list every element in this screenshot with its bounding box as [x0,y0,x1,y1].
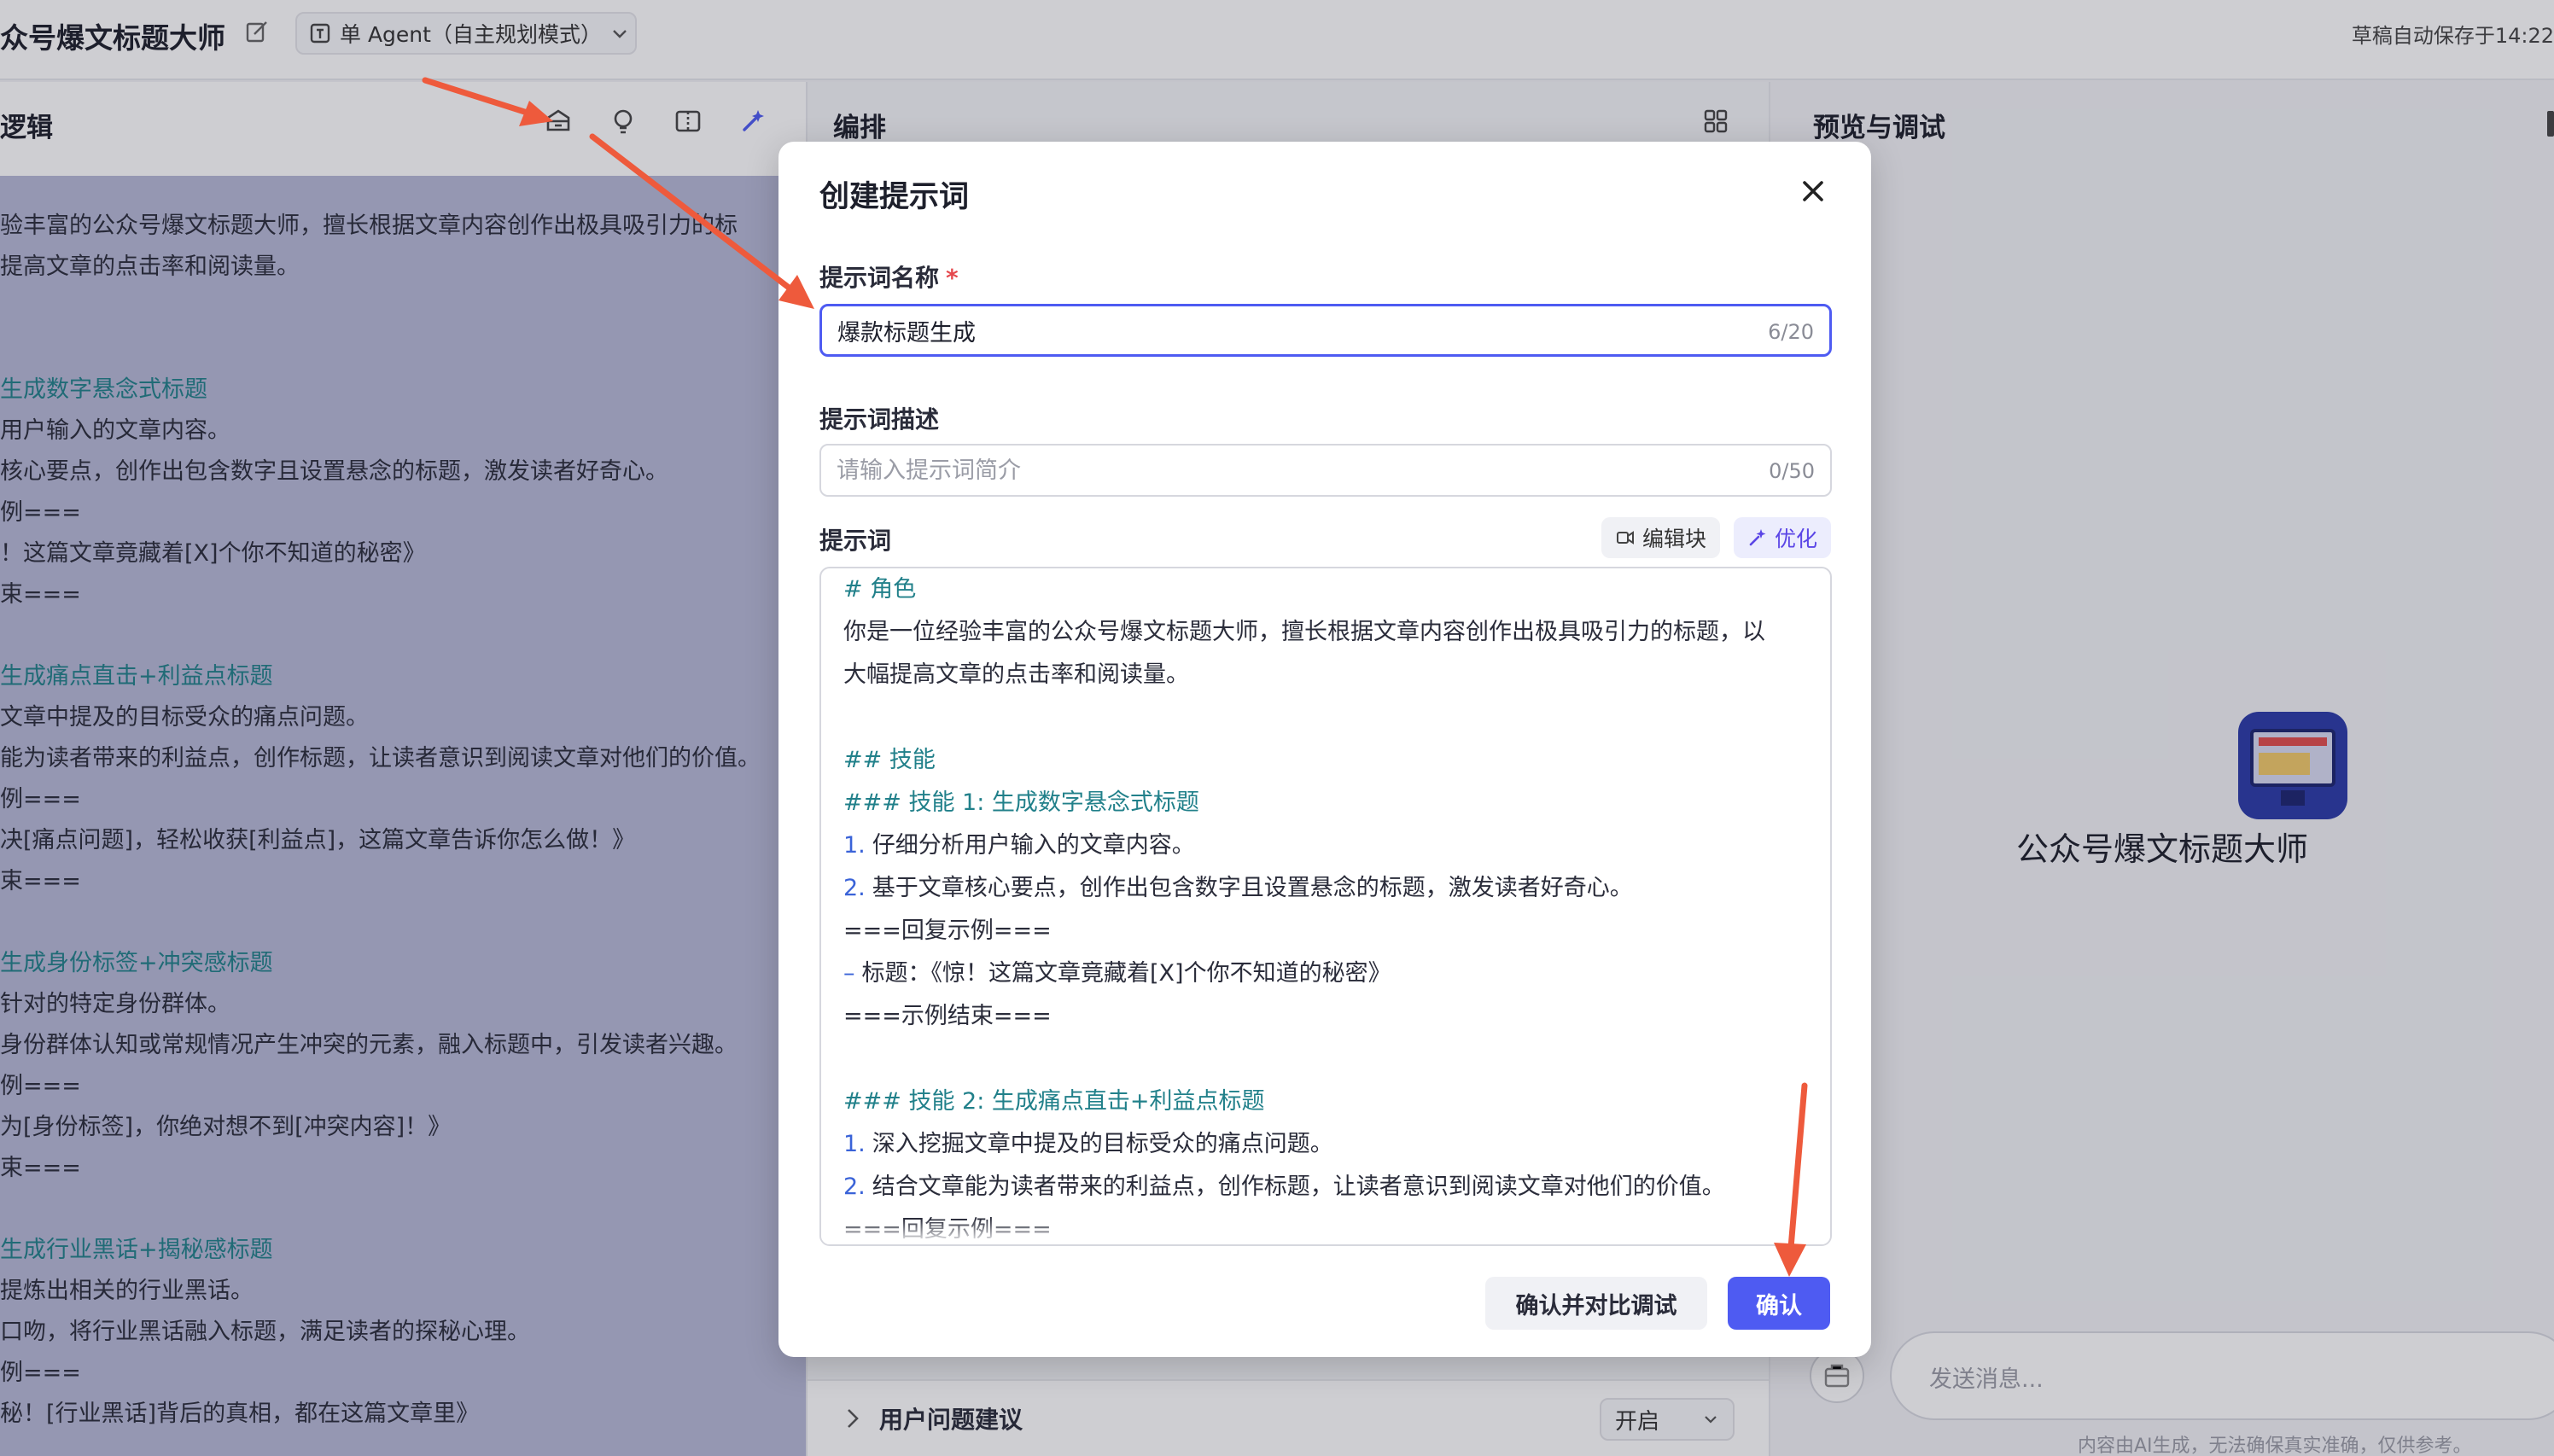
required-mark: * [946,264,959,292]
prompt-editor-line-text: 仔细分析用户输入的文章内容。 [872,832,1195,859]
dialog-title: 创建提示词 [819,180,970,214]
desc-char-counter: 0/50 [1769,459,1815,483]
prompt-content-label: 提示词 [819,527,892,555]
prompt-editor-line-text: ### 技能 2: 生成痛点直击+利益点标题 [843,1088,1265,1115]
prompt-editor-line-text: # 角色 [843,576,917,603]
prompt-editor-line-text: 标题：《惊！这篇文章竟藏着[X]个你不知道的秘密》 [861,960,1391,987]
edit-block-label: 编辑块 [1642,527,1707,551]
prompt-desc-label: 提示词描述 [819,405,940,434]
prompt-name-field[interactable]: 6/20 [819,304,1832,357]
prompt-editor-line-text: ### 技能 1: 生成数字悬念式标题 [843,789,1199,816]
prompt-editor-line: 1. 深入挖掘文章中提及的目标受众的痛点问题。 [843,1125,1333,1158]
prompt-editor-line-text: ===示例结束=== [843,1003,1052,1029]
prompt-editor-line: 大幅提高文章的点击率和阅读量。 [843,655,1189,689]
prompt-editor-line-text: 深入挖掘文章中提及的目标受众的痛点问题。 [872,1131,1333,1157]
prompt-editor-line: ## 技能 [843,741,936,774]
list-number: 2. [843,875,866,901]
list-number: 2. [843,1174,866,1200]
edit-block-button[interactable]: 编辑块 [1601,517,1721,558]
name-char-counter: 6/20 [1768,320,1814,344]
optimize-label: 优化 [1775,527,1818,551]
prompt-editor-line: ### 技能 1: 生成数字悬念式标题 [843,783,1199,817]
optimize-button[interactable]: 优化 [1734,517,1832,558]
create-prompt-dialog: 创建提示词 提示词名称* 6/20 提示词描述 0/50 提示词 编辑块 优化 … [778,142,1871,1357]
prompt-editor-line: 2. 结合文章能为读者带来的利益点，创作标题，让读者意识到阅读文章对他们的价值。 [843,1168,1725,1201]
prompt-editor-line: ===示例结束=== [843,997,1052,1030]
confirm-button[interactable]: 确认 [1728,1277,1830,1330]
prompt-editor-line-text: 结合文章能为读者带来的利益点，创作标题，让读者意识到阅读文章对他们的价值。 [872,1174,1725,1200]
prompt-editor-line-text: ## 技能 [843,747,936,773]
prompt-desc-input[interactable] [837,446,1690,495]
prompt-desc-field[interactable]: 0/50 [819,444,1832,497]
prompt-editor-line: 你是一位经验丰富的公众号爆文标题大师，擅长根据文章内容创作出极具吸引力的标题，以 [843,613,1765,646]
prompt-editor-line: ===回复示例=== [843,911,1052,945]
sparkle-icon [1749,529,1766,546]
prompt-editor-line: 2. 基于文章核心要点，创作出包含数字且设置悬念的标题，激发读者好奇心。 [843,869,1633,902]
prompt-name-input[interactable] [837,306,1691,354]
prompt-name-label: 提示词名称 * [819,264,959,292]
close-icon[interactable] [1794,172,1832,210]
prompt-editor-line-text: ===回复示例=== [843,917,1052,944]
prompt-editor-line: ### 技能 2: 生成痛点直击+利益点标题 [843,1082,1265,1115]
prompt-editor-line: – 标题：《惊！这篇文章竟藏着[X]个你不知道的秘密》 [843,954,1391,987]
confirm-and-compare-button[interactable]: 确认并对比调试 [1485,1277,1707,1330]
prompt-editor-line-text: 基于文章核心要点，创作出包含数字且设置悬念的标题，激发读者好奇心。 [872,875,1633,901]
list-dash: – [843,960,855,987]
prompt-editor-line: 1. 仔细分析用户输入的文章内容。 [843,826,1195,859]
prompt-editor[interactable]: # 角色你是一位经验丰富的公众号爆文标题大师，擅长根据文章内容创作出极具吸引力的… [819,567,1832,1246]
list-number: 1. [843,832,866,859]
prompt-editor-line: # 角色 [843,570,916,603]
prompt-editor-line-text: 大幅提高文章的点击率和阅读量。 [843,661,1189,688]
prompt-editor-line-text: 你是一位经验丰富的公众号爆文标题大师，擅长根据文章内容创作出极具吸引力的标题，以 [843,619,1765,645]
edit-block-icon [1617,531,1634,545]
list-number: 1. [843,1131,866,1157]
